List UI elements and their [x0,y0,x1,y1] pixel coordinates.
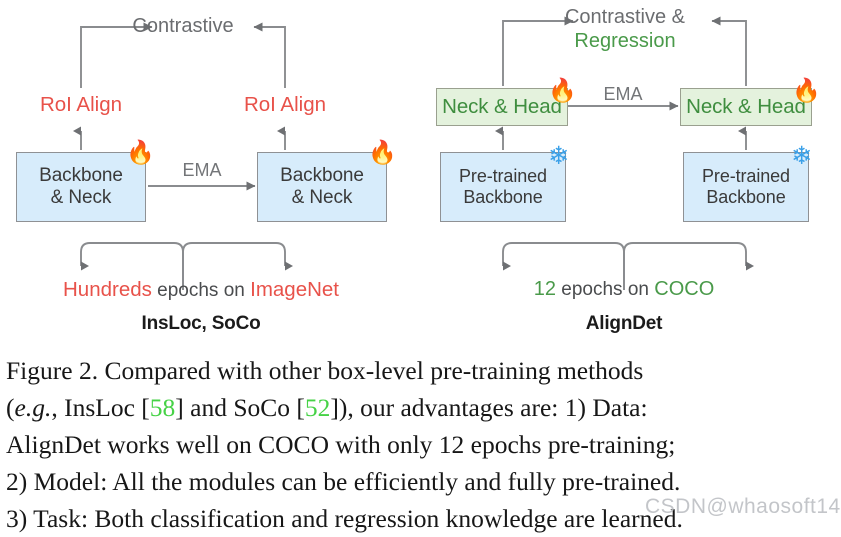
right-bottom-highlight-2: COCO [654,278,715,300]
right-ema-label: EMA [603,84,643,104]
left-roi-align-left: RoI Align [39,93,123,116]
box-backbone-neck-right-label: Backbone & Neck [280,165,364,208]
caption-line-2-c: ] and SoCo [ [175,393,305,422]
caption-line-2-b: , InsLoc [ [51,393,150,422]
right-panel-title: AlignDet [585,313,663,334]
right-panel-top-label-line2: Regression [574,30,676,52]
caption-line-2-d: ]), our advantages are: 1) Data: [330,393,648,422]
left-bottom-plain: epochs on [151,280,251,301]
box-backbone-neck-left-label: Backbone & Neck [39,165,123,208]
box-neck-head-right-label: Neck & Head [686,95,806,119]
box-neck-head-right: Neck & Head [680,88,812,126]
box-backbone-neck-left: Backbone & Neck [16,152,146,222]
left-ema-label: EMA [182,160,222,180]
left-panel-title: InsLoc, SoCo [141,313,261,334]
left-panel-top-label: Contrastive [132,15,234,37]
citation-52: 52 [304,393,331,422]
box-pretrained-backbone-left-label: Pre-trained Backbone [459,166,547,207]
caption-line-1: Figure 2. Compared with other box-level … [6,356,644,385]
box-neck-head-left: Neck & Head [436,88,568,126]
left-bottom-label: Hundreds epochs on ImageNet [63,278,339,302]
figure-caption: Figure 2. Compared with other box-level … [6,352,835,537]
box-pretrained-backbone-right-label: Pre-trained Backbone [702,166,790,207]
box-backbone-neck-right: Backbone & Neck [257,152,387,222]
box-neck-head-left-label: Neck & Head [442,95,562,119]
box-pretrained-backbone-left: Pre-trained Backbone [440,152,566,222]
right-bottom-label: 12 epochs on COCO [534,278,715,302]
caption-line-3: AlignDet works well on COCO with only 12… [6,430,676,459]
caption-line-5: 3) Task: Both classification and regress… [6,504,683,533]
left-bottom-highlight-2: ImageNet [250,278,340,301]
right-panel-top-label-line1: Contrastive & [564,6,686,28]
caption-line-2-a: ( [6,393,15,422]
caption-line-2-italic: e.g. [14,393,52,422]
figure-diagram: Contrastive RoI Align RoI Align Backbone… [0,0,841,348]
right-bottom-plain: epochs on [556,279,655,300]
left-bottom-highlight-1: Hundreds [62,278,152,301]
box-pretrained-backbone-right: Pre-trained Backbone [683,152,809,222]
caption-line-4: 2) Model: All the modules can be efficie… [6,467,681,496]
citation-58: 58 [149,393,176,422]
left-roi-align-right: RoI Align [243,93,327,116]
right-bottom-highlight-1: 12 [533,278,556,300]
caption-line-2: (e.g., InsLoc [58] and SoCo [52]), our a… [6,389,835,426]
